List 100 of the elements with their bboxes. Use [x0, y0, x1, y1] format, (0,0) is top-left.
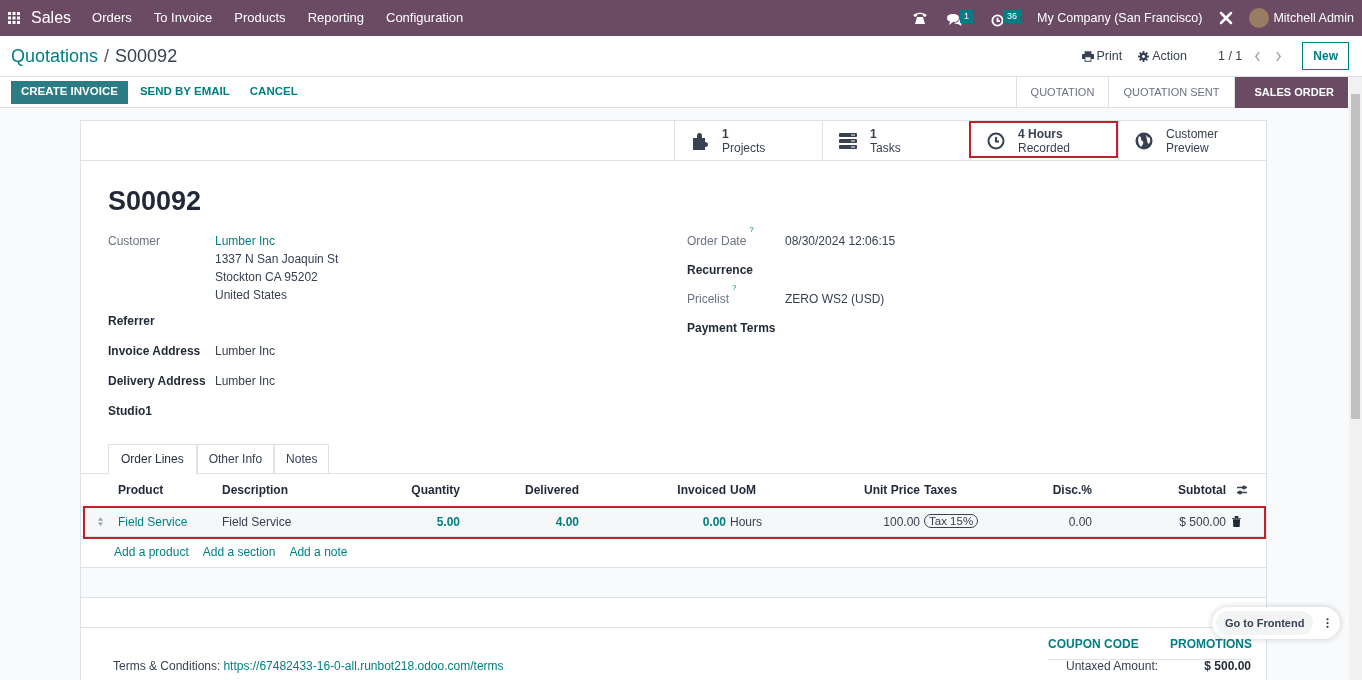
form-tab[interactable]: Order Lines	[108, 444, 197, 474]
footer-button[interactable]: COUPON CODE	[1048, 635, 1139, 653]
stat-label: Projects	[722, 141, 766, 155]
table-cell-text: 0.00	[1067, 513, 1092, 531]
clock-icon	[987, 132, 1005, 150]
field-value: Lumber Inc	[215, 373, 276, 390]
phone-icon	[912, 11, 929, 25]
column-header[interactable]: Subtotal	[1092, 481, 1226, 499]
column-header[interactable]: Description	[218, 481, 358, 499]
activity-count-badge: 36	[1003, 9, 1022, 23]
tasks-icon	[839, 132, 857, 150]
status-stage[interactable]: SALES ORDER	[1234, 76, 1348, 108]
add-line-link[interactable]: Add a section	[202, 543, 276, 561]
field-value: ZERO WS2 (USD)	[785, 291, 885, 308]
puzzle-icon	[691, 132, 709, 150]
table-cell-text: Field Service	[221, 513, 293, 531]
stat-button[interactable]: 1 Projects	[674, 121, 822, 161]
field-value: 08/30/2024 12:06:15	[785, 233, 896, 250]
column-header[interactable]: Quantity	[358, 481, 460, 499]
stat-value: 1	[870, 127, 878, 141]
chat-icon	[946, 12, 963, 27]
add-line-link[interactable]: Add a note	[289, 543, 348, 561]
field-label: Payment Terms	[687, 320, 776, 337]
stat-button[interactable]: 1 Tasks	[822, 121, 970, 161]
breadcrumb-link[interactable]: Quotations	[11, 42, 99, 70]
stat-value: Customer	[1166, 127, 1218, 141]
action-button[interactable]: SEND BY EMAIL	[129, 80, 240, 104]
field-label: Customer	[108, 233, 161, 250]
field-label: Order Date	[687, 233, 747, 250]
total-label: Untaxed Amount:	[1066, 659, 1159, 673]
field-label: Recurrence	[687, 262, 754, 279]
clock-icon	[991, 13, 1005, 27]
column-header[interactable]: UoM	[726, 481, 801, 499]
customer-link[interactable]: Lumber Inc	[215, 232, 339, 250]
stat-value: 4 Hours	[1018, 127, 1064, 141]
trash-icon	[1232, 516, 1241, 527]
record-title: S00092	[108, 185, 203, 218]
address-line: Stockton CA 95202	[215, 269, 319, 286]
add-line-link[interactable]: Add a product	[114, 543, 189, 561]
status-stage[interactable]: QUOTATION SENT	[1109, 76, 1235, 108]
form-tab[interactable]: Other Info	[196, 444, 275, 474]
stat-label: Tasks	[870, 141, 901, 155]
field-label: Delivery Address	[108, 373, 207, 390]
message-count-badge: 1	[960, 9, 974, 23]
stat-button[interactable]: 4 Hours Recorded	[970, 121, 1118, 161]
field-label: Referrer	[108, 313, 156, 330]
menu-item[interactable]: To Invoice	[142, 8, 224, 28]
action-button[interactable]: CANCEL	[239, 80, 308, 104]
action-button[interactable]: Action	[1138, 46, 1187, 66]
company-name[interactable]: My Company (San Francisco)	[1037, 8, 1203, 28]
chevron-right-icon	[1275, 50, 1283, 62]
field-value: Lumber Inc	[215, 343, 276, 360]
stat-label: Recorded	[1018, 141, 1071, 155]
stat-value: 1	[722, 127, 730, 141]
address-line: 1337 N San Joaquin St	[215, 251, 339, 268]
table-cell-text: 0.00	[701, 513, 726, 531]
printer-icon	[1081, 50, 1094, 62]
menu-item[interactable]: Configuration	[375, 8, 475, 28]
app-name[interactable]: Sales	[31, 6, 72, 30]
table-cell-text: 5.00	[435, 513, 460, 531]
column-settings-icon	[1236, 484, 1248, 496]
breadcrumb-current: S00092	[115, 44, 178, 68]
footer-button[interactable]: PROMOTIONS	[1170, 635, 1252, 653]
stat-label: Preview	[1166, 141, 1210, 155]
new-button[interactable]: New	[1302, 42, 1349, 70]
table-cell-text: Field Service	[117, 513, 189, 531]
scrollbar[interactable]	[1349, 77, 1362, 680]
column-header[interactable]: Invoiced	[579, 481, 726, 499]
field-label: Pricelist	[687, 291, 729, 308]
globe-icon	[1135, 132, 1153, 150]
column-header[interactable]: Unit Price	[801, 481, 920, 499]
menu-item[interactable]: Reporting	[296, 8, 375, 28]
user-avatar[interactable]	[1249, 8, 1270, 28]
print-button[interactable]: Print	[1081, 46, 1123, 66]
column-header[interactable]: Disc.%	[997, 481, 1092, 499]
action-button[interactable]: CREATE INVOICE	[11, 80, 128, 104]
user-name[interactable]: Mitchell Admin	[1273, 8, 1354, 28]
address-line: United States	[215, 287, 289, 304]
column-header[interactable]: Product	[114, 481, 218, 499]
pager-value: 1 / 1	[1218, 47, 1243, 65]
form-tab[interactable]: Notes	[274, 444, 330, 474]
status-stage[interactable]: QUOTATION	[1016, 76, 1110, 108]
column-header[interactable]: Delivered	[460, 481, 579, 499]
drag-handle-icon	[97, 517, 104, 526]
table-cell-text: 100.00	[882, 513, 920, 531]
table-row[interactable]: Field Service Field Service 5.00 4.00 0.00 Hours 100.00 Tax 15% 0.00 $ 500.00	[81, 506, 1266, 536]
menu-item[interactable]: Orders	[81, 8, 143, 28]
table-cell-text: 4.00	[554, 513, 579, 531]
column-header[interactable]: Taxes	[920, 481, 997, 499]
chevron-left-icon	[1254, 50, 1262, 62]
stat-button[interactable]: Customer Preview	[1118, 121, 1266, 161]
field-label: Invoice Address	[108, 343, 202, 360]
total-value: $ 500.00	[1204, 659, 1251, 673]
terms-label: Terms & Conditions:	[113, 659, 221, 673]
field-label: Studio1	[108, 403, 153, 420]
terms-link[interactable]: https://67482433-16-0-all.runbot218.odoo.com/terms	[223, 659, 504, 673]
table-cell-text: $ 500.00	[1178, 513, 1226, 531]
apps-grid-icon	[8, 12, 20, 24]
menu-item[interactable]: Products	[223, 8, 297, 28]
go-to-frontend-button[interactable]: Go to Frontend	[1216, 611, 1314, 635]
